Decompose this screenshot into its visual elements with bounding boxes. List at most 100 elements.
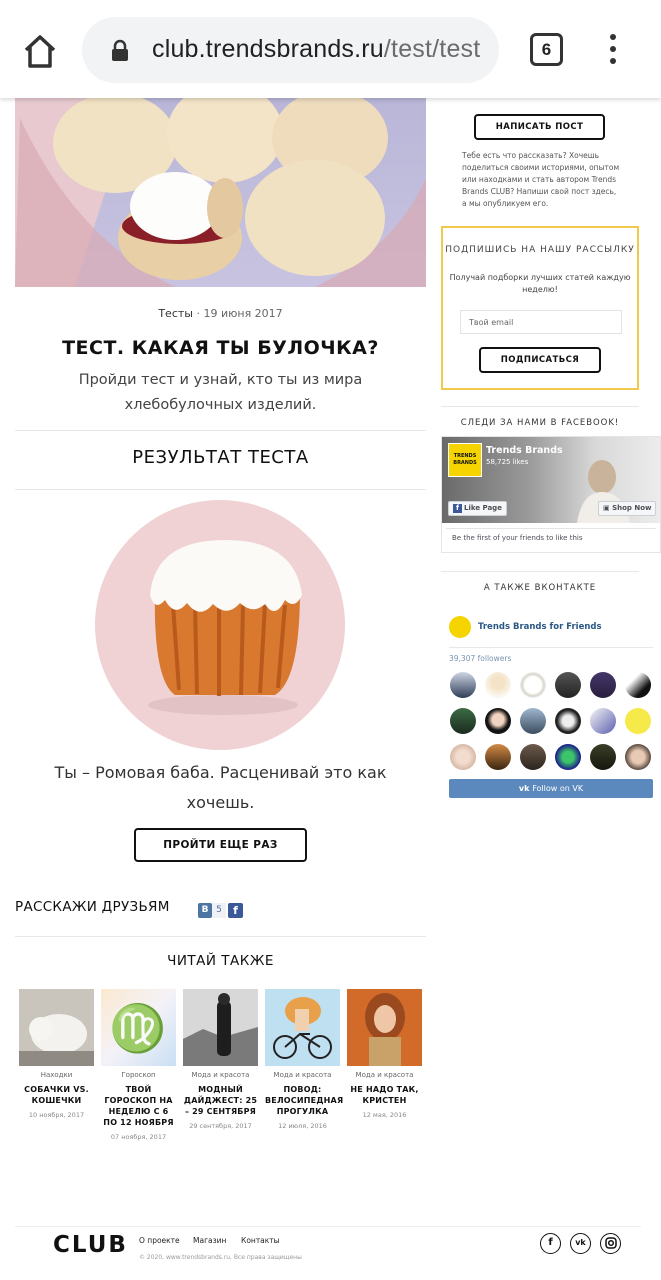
vk-followers-count: 39,307 followers <box>449 654 512 663</box>
follower-avatar[interactable] <box>450 708 476 734</box>
card-date: 07 ноября, 2017 <box>110 1133 167 1141</box>
follower-avatar[interactable] <box>590 708 616 734</box>
result-heading: РЕЗУЛЬТАТ ТЕСТА <box>132 447 309 468</box>
lock-icon <box>110 39 130 67</box>
vk-footer-icon[interactable]: vk <box>570 1233 591 1254</box>
write-post-text: Тебе есть что рассказать? Хочешь поделит… <box>462 151 620 208</box>
card-category: Мода и красота <box>191 1071 250 1079</box>
instagram-icon[interactable] <box>600 1233 621 1254</box>
meta-separator: · <box>196 307 200 320</box>
follower-avatar[interactable] <box>485 744 511 770</box>
card-title[interactable]: ТВОЙ ГОРОСКОП НА НЕДЕЛЮ С 6 ПО 12 НОЯБРЯ <box>101 1084 176 1128</box>
subscribe-description: Получай подборки лучших статей каждую не… <box>449 273 631 294</box>
vk-follow-label: Follow on VK <box>532 784 584 793</box>
article-meta: Тесты · 19 июня 2017 <box>15 307 426 320</box>
card-date: 10 ноября, 2017 <box>28 1111 85 1119</box>
follower-avatar[interactable] <box>520 744 546 770</box>
vk-group-logo <box>449 616 471 638</box>
follower-avatar[interactable] <box>520 708 546 734</box>
facebook-page-logo: TRENDS BRANDS <box>448 443 482 477</box>
read-also-card[interactable]: ♍ Гороскоп ТВОЙ ГОРОСКОП НА НЕДЕЛЮ С 6 П… <box>101 989 176 1141</box>
card-category: Мода и красота <box>273 1071 332 1079</box>
write-post-button[interactable]: НАПИСАТЬ ПОСТ <box>474 114 605 140</box>
footer-link-contacts[interactable]: Контакты <box>241 1236 280 1245</box>
card-thumbnail[interactable] <box>347 989 422 1066</box>
footer-link-about[interactable]: О проекте <box>139 1236 180 1245</box>
follower-avatar[interactable] <box>555 744 581 770</box>
divider <box>441 406 639 407</box>
address-bar[interactable]: club.trendsbrands.ru/test/test <box>82 17 499 83</box>
footer-copyright: © 2020, www.trendsbrands.ru, Все права з… <box>139 1254 302 1261</box>
follower-avatar[interactable] <box>520 672 546 698</box>
more-options-icon[interactable] <box>603 34 623 68</box>
follower-avatar[interactable] <box>450 744 476 770</box>
card-thumbnail[interactable]: ♍ <box>101 989 176 1066</box>
read-also-card[interactable]: Мода и красота НЕ НАДО ТАК, КРИСТЕН 12 м… <box>347 989 422 1119</box>
divider <box>15 489 426 490</box>
club-logo[interactable]: CLUB <box>53 1232 128 1258</box>
follower-avatar[interactable] <box>625 708 651 734</box>
card-title[interactable]: СОБАЧКИ VS. КОШЕЧКИ <box>19 1084 94 1106</box>
article-lead: Пройди тест и узнай, кто ты из мира хлеб… <box>78 372 363 413</box>
url-path: /test/test <box>383 35 481 63</box>
vk-icon: vk <box>518 784 533 793</box>
card-date: 29 сентября, 2017 <box>189 1122 252 1130</box>
facebook-page-name[interactable]: Trends Brands <box>486 445 563 456</box>
article-date: 19 июня 2017 <box>203 307 283 320</box>
card-title[interactable]: МОДНЫЙ ДАЙДЖЕСТ: 25 – 29 СЕНТЯБРЯ <box>183 1084 258 1117</box>
follower-avatar[interactable] <box>625 672 651 698</box>
vk-heading: А ТАКЖЕ ВКОНТАКТЕ <box>483 583 597 593</box>
read-also-card[interactable]: Мода и красота МОДНЫЙ ДАЙДЖЕСТ: 25 – 29 … <box>183 989 258 1130</box>
facebook-shop-now-button[interactable]: ▣ Shop Now <box>598 501 657 516</box>
follower-avatar[interactable] <box>625 744 651 770</box>
follower-avatar[interactable] <box>555 708 581 734</box>
vk-share-count: 5 <box>212 903 226 918</box>
subscribe-button[interactable]: ПОДПИСАТЬСЯ <box>479 347 601 373</box>
divider <box>15 936 426 937</box>
facebook-likes: 58,725 likes <box>486 458 529 466</box>
facebook-share-button[interactable]: f <box>228 903 243 918</box>
result-text: Ты – Ромовая баба. Расценивай это как хо… <box>54 763 387 812</box>
article-hero-image <box>15 98 426 287</box>
url-text: club.trendsbrands.ru/test/test <box>152 35 480 64</box>
card-thumbnail[interactable] <box>265 989 340 1066</box>
follower-avatar[interactable] <box>555 672 581 698</box>
article-category[interactable]: Тесты <box>158 307 193 320</box>
card-thumbnail[interactable] <box>183 989 258 1066</box>
article-title: ТЕСТ. КАКАЯ ТЫ БУЛОЧКА? <box>62 337 379 359</box>
vk-share-button[interactable]: В <box>198 903 212 918</box>
retry-test-button[interactable]: ПРОЙТИ ЕЩЕ РАЗ <box>134 828 307 862</box>
facebook-page-widget[interactable]: TRENDS BRANDS Trends Brands 58,725 likes… <box>441 436 661 553</box>
vk-group-name[interactable]: Trends Brands for Friends <box>478 622 602 632</box>
vk-follow-button[interactable]: vk Follow on VK <box>449 779 653 798</box>
facebook-friends-text: Be the first of your friends to like thi… <box>446 528 656 550</box>
email-input[interactable]: Твой email <box>460 310 622 334</box>
footer-link-shop[interactable]: Магазин <box>193 1236 226 1245</box>
card-category: Мода и красота <box>355 1071 414 1079</box>
footer-divider <box>15 1226 641 1227</box>
divider <box>441 571 639 572</box>
follower-avatar[interactable] <box>485 672 511 698</box>
share-label: РАССКАЖИ ДРУЗЬЯМ <box>15 899 170 915</box>
follower-avatar[interactable] <box>590 672 616 698</box>
facebook-shop-now-label: Shop Now <box>612 504 652 512</box>
facebook-like-page-label: Like Page <box>464 504 502 512</box>
read-also-card[interactable]: Мода и красота ПОВОД: ВЕЛОСИПЕДНАЯ ПРОГУ… <box>265 989 343 1130</box>
read-also-card[interactable]: Находки СОБАЧКИ VS. КОШЕЧКИ 10 ноября, 2… <box>19 989 94 1119</box>
card-title[interactable]: НЕ НАДО ТАК, КРИСТЕН <box>347 1084 422 1106</box>
tab-switcher-button[interactable]: 6 <box>530 33 563 66</box>
result-image <box>95 500 345 750</box>
facebook-like-page-button[interactable]: f Like Page <box>448 501 507 516</box>
card-category: Гороскоп <box>121 1071 156 1079</box>
follower-avatar[interactable] <box>450 672 476 698</box>
subscribe-title: ПОДПИШИСЬ НА НАШУ РАССЫЛКУ <box>445 245 635 255</box>
facebook-icon[interactable]: f <box>540 1233 561 1254</box>
home-icon[interactable] <box>18 30 62 74</box>
read-also-heading: ЧИТАЙ ТАКЖЕ <box>167 953 274 969</box>
svg-text:♍: ♍ <box>109 1001 166 1055</box>
card-title[interactable]: ПОВОД: ВЕЛОСИПЕДНАЯ ПРОГУЛКА <box>265 1084 343 1117</box>
follower-avatar[interactable] <box>590 744 616 770</box>
follower-avatar[interactable] <box>485 708 511 734</box>
facebook-heading: СЛЕДИ ЗА НАМИ В FACEBOOK! <box>460 418 620 428</box>
card-thumbnail[interactable] <box>19 989 94 1066</box>
